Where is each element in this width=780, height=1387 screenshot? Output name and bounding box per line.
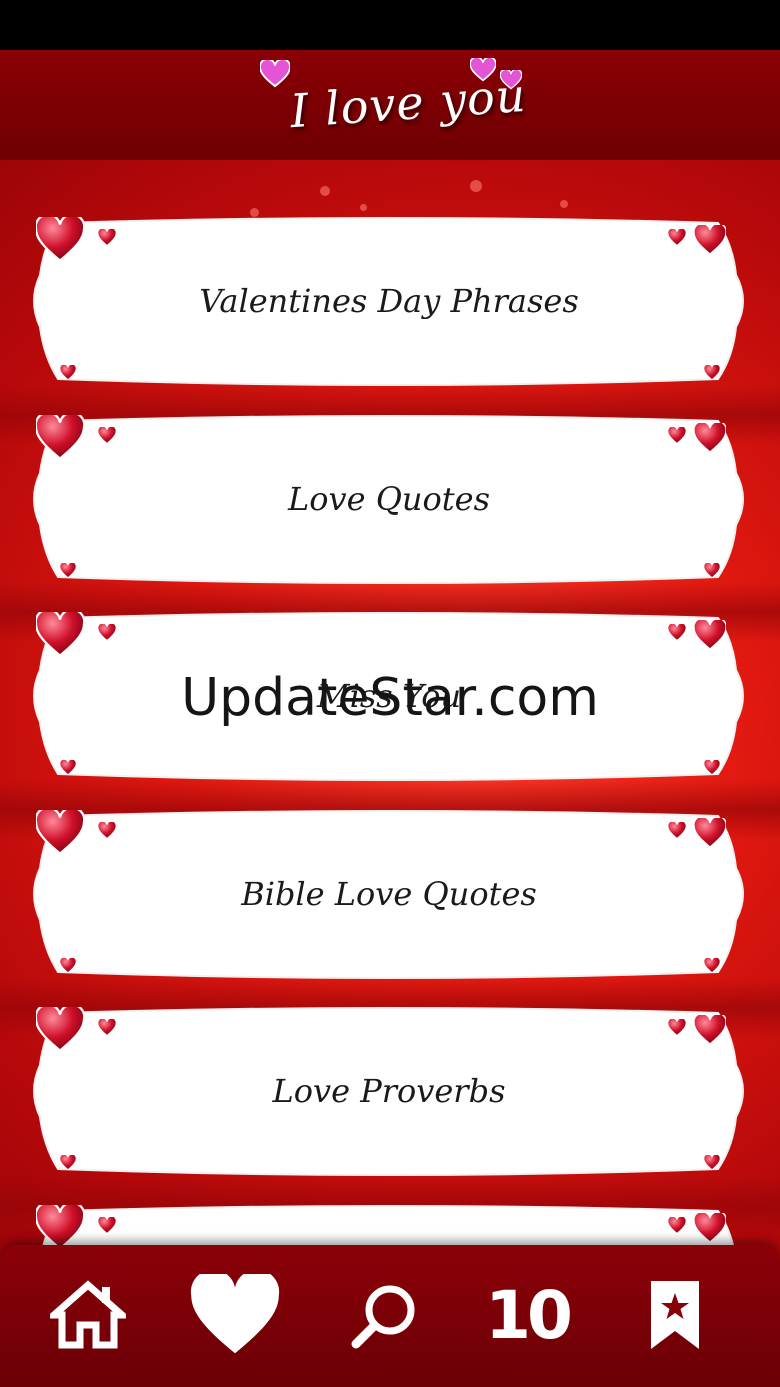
top-ten-button[interactable]: 10 — [472, 1265, 582, 1365]
menu-item[interactable]: Miss You — [28, 610, 750, 782]
menu-item-label: Miss You — [316, 677, 462, 715]
search-button[interactable] — [330, 1265, 440, 1365]
menu-item[interactable]: Love Proverbs — [28, 1005, 750, 1177]
menu-item-label: Bible Love Quotes — [241, 875, 537, 913]
bookmark-star-icon — [651, 1281, 699, 1349]
sparkle — [560, 200, 568, 208]
status-bar — [0, 0, 780, 50]
menu-item[interactable]: Bible Love Quotes — [28, 808, 750, 980]
home-button[interactable] — [33, 1265, 143, 1365]
bookmarks-button[interactable] — [620, 1265, 730, 1365]
favorites-button[interactable] — [180, 1265, 290, 1365]
sparkle — [470, 180, 482, 192]
home-icon — [50, 1280, 126, 1349]
app-logo: I love you — [260, 58, 530, 148]
menu-item-label: Love Proverbs — [272, 1072, 506, 1110]
menu-item[interactable]: Valentines Day Phrases — [28, 215, 750, 387]
menu-item-label: Valentines Day Phrases — [199, 282, 579, 320]
top-ten-icon: 10 — [485, 1276, 573, 1354]
menu-item-label: Love Quotes — [287, 480, 491, 518]
bottom-navigation-bar: 10 — [0, 1245, 780, 1387]
logo-heart-icon — [260, 60, 290, 88]
sparkle — [320, 186, 330, 196]
heart-icon — [190, 1274, 280, 1354]
logo-heart-icon — [470, 58, 496, 82]
menu-item[interactable]: Love Quotes — [28, 413, 750, 585]
sparkle — [360, 204, 367, 211]
logo-heart-icon — [500, 70, 522, 90]
search-icon — [351, 1285, 415, 1349]
